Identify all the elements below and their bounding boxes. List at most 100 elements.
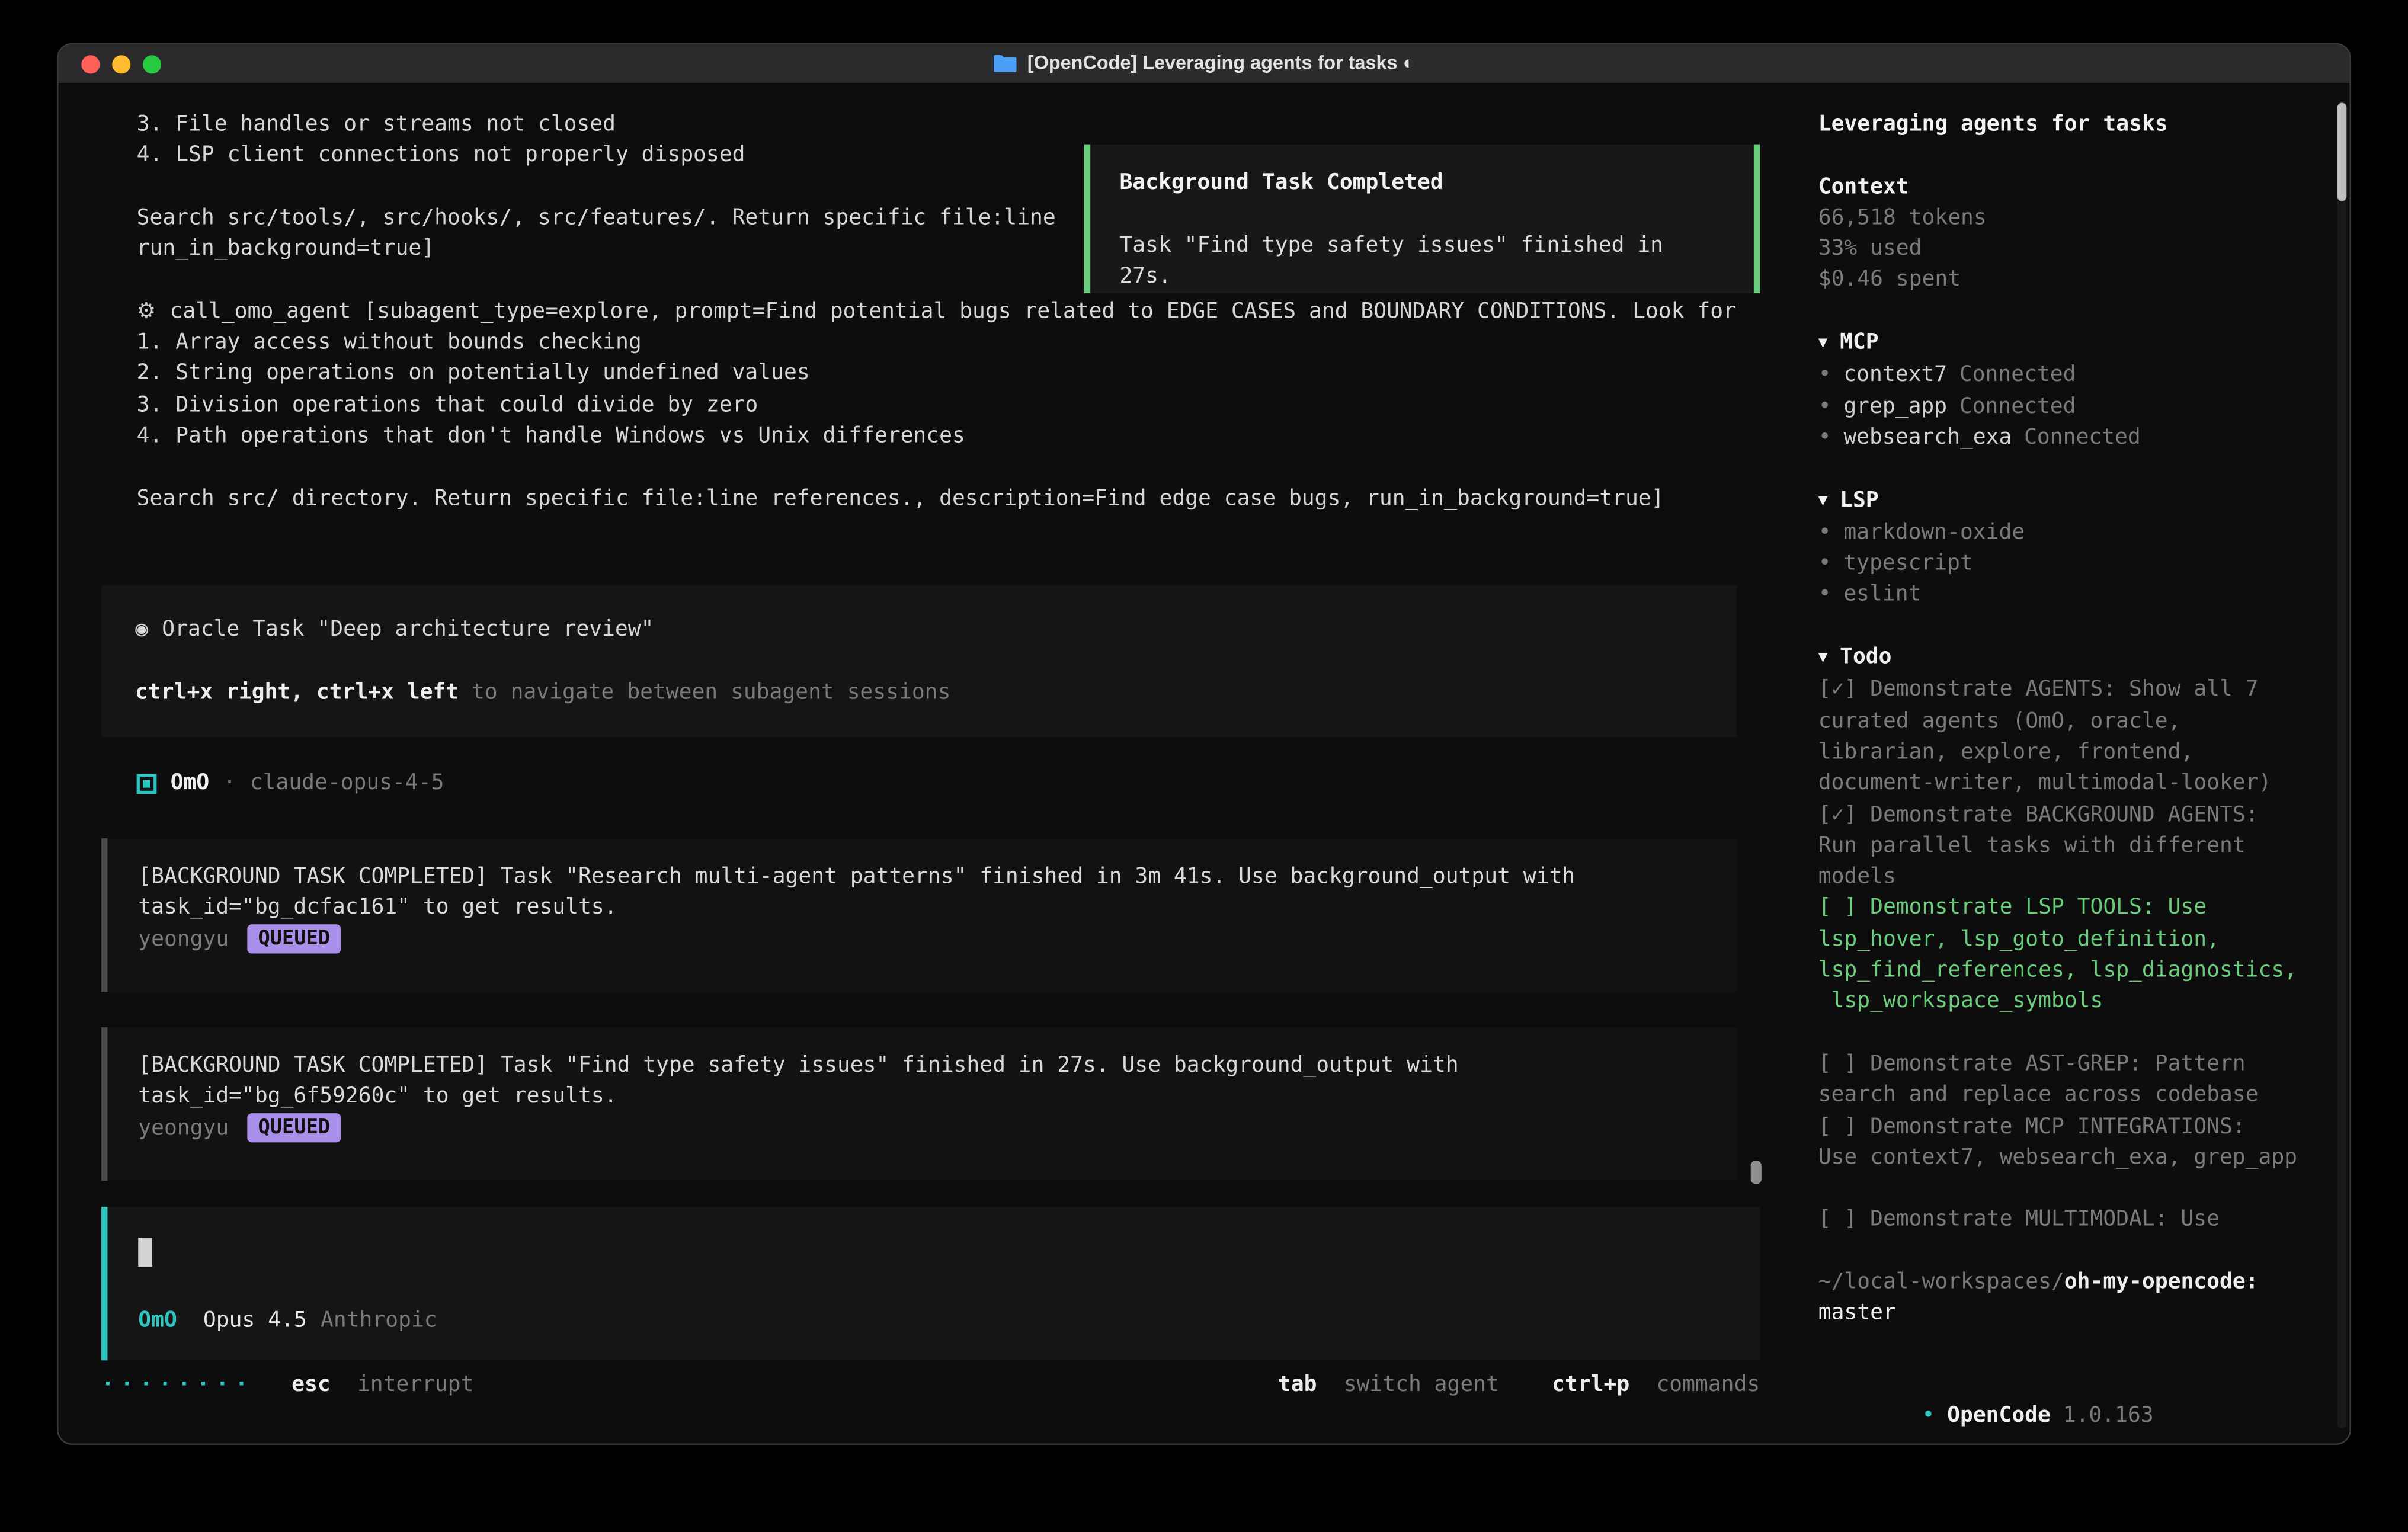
- app-name: OpenCode: [1947, 1404, 2051, 1428]
- workspace-repo: oh-my-opencode:: [2064, 1270, 2259, 1294]
- todo-header-label: Todo: [1840, 645, 1891, 669]
- terminal-line: 4. Path operations that don't handle Win…: [137, 421, 1795, 452]
- terminal-line: 1. Array access without bounds checking: [137, 327, 1795, 358]
- terminal-window: [OpenCode] Leveraging agents for tasks ◐…: [57, 43, 2351, 1445]
- chat-area: 3. File handles or streams not closed 4.…: [58, 83, 1795, 1445]
- queued-badge: QUEUED: [247, 925, 341, 954]
- lsp-item: • eslint: [1818, 579, 2299, 611]
- context-spent: $0.46 spent: [1818, 265, 2299, 296]
- mcp-name: grep_app: [1843, 394, 1947, 418]
- mcp-section-header[interactable]: ▼ MCP: [1818, 327, 2299, 360]
- todo-item: [ ] Demonstrate MULTIMODAL: Use: [1818, 1204, 2299, 1236]
- terminal-line: 3. Division operations that could divide…: [137, 389, 1795, 421]
- agent-session-header: OmO · claude-opus-4-5: [137, 768, 444, 799]
- zoom-button[interactable]: [143, 55, 161, 73]
- mcp-header-label: MCP: [1840, 330, 1879, 354]
- lsp-item: •typescript: [1818, 549, 2299, 580]
- status-right: tab switch agent ctrl+p commands: [1278, 1370, 1760, 1401]
- tool-call-text: call_omo_agent [subagent_type=explore, p…: [170, 299, 1736, 323]
- oracle-task-panel: ◉Oracle Task "Deep architecture review" …: [101, 585, 1737, 737]
- agent-icon: [137, 773, 157, 793]
- terminal-line: 2. String operations on potentially unde…: [137, 358, 1795, 390]
- workspace-path: ~/local-workspaces/oh-my-opencode: maste…: [1818, 1267, 2299, 1329]
- oracle-hint: ctrl+x right, ctrl+x left to navigate be…: [135, 677, 1703, 708]
- message-text: [BACKGROUND TASK COMPLETED] Task "Find t…: [138, 1050, 1706, 1113]
- mcp-status: Connected: [1959, 394, 2076, 418]
- mcp-status: Connected: [2024, 425, 2141, 450]
- mcp-status: Connected: [1959, 363, 2076, 387]
- separator-dot: ·: [223, 768, 236, 799]
- ctrlp-key-label: commands: [1656, 1373, 1760, 1397]
- window-titlebar[interactable]: [OpenCode] Leveraging agents for tasks ◐: [58, 44, 2349, 84]
- chevron-down-icon: ▼: [1818, 486, 1828, 517]
- mcp-item: • websearch_exa Connected: [1818, 422, 2299, 454]
- main-scrollbar-thumb[interactable]: [1751, 1161, 1762, 1184]
- message-text: [BACKGROUND TASK COMPLETED] Task "Resear…: [138, 861, 1706, 924]
- bullet-icon: •: [1818, 552, 1831, 576]
- message-footer: yeongyu QUEUED: [138, 924, 1706, 955]
- sidebar-scrollbar-thumb[interactable]: [2337, 103, 2347, 201]
- workspace-branch: master: [1818, 1298, 2299, 1329]
- traffic-lights: [81, 44, 161, 83]
- esc-key-label: interrupt: [357, 1373, 474, 1397]
- close-button[interactable]: [81, 55, 100, 73]
- chevron-down-icon: ▼: [1818, 643, 1828, 675]
- todo-item: [✓] Demonstrate BACKGROUND AGENTS: Run p…: [1818, 799, 2299, 893]
- lsp-item: • markdown-oxide: [1818, 517, 2299, 549]
- fisheye-icon: ◉: [135, 617, 148, 642]
- hint-keys: ctrl+x right, ctrl+x left: [135, 680, 459, 704]
- input-agent-label: OmO: [138, 1305, 177, 1336]
- minimize-button[interactable]: [112, 55, 130, 73]
- todo-section-header[interactable]: ▼ Todo: [1818, 642, 2299, 675]
- folder-icon: [994, 55, 1017, 73]
- oracle-title: Oracle Task "Deep architecture review": [162, 617, 654, 642]
- lsp-name: markdown-oxide: [1843, 520, 2025, 544]
- session-title: Leveraging agents for tasks: [1818, 109, 2299, 140]
- lsp-name: eslint: [1843, 582, 1921, 607]
- mcp-item: • context7 Connected: [1818, 360, 2299, 391]
- lsp-section-header[interactable]: ▼ LSP: [1818, 485, 2299, 517]
- bullet-icon: •: [1818, 363, 1831, 387]
- queued-message: [BACKGROUND TASK COMPLETED] Task "Find t…: [101, 1027, 1737, 1181]
- status-bar: ········ esc interrupt tab switch agent …: [101, 1370, 1760, 1401]
- background-task-toast: Background Task Completed Task "Find typ…: [1084, 145, 1760, 293]
- ctrlp-key-hint: ctrl+p: [1552, 1373, 1629, 1397]
- toast-body: Task "Find type safety issues" finished …: [1119, 230, 1724, 292]
- app-version: 1.0.163: [2063, 1404, 2154, 1428]
- agent-name: OmO: [171, 768, 210, 799]
- mcp-name: websearch_exa: [1843, 425, 2012, 450]
- context-header: Context: [1818, 171, 2299, 203]
- todo-item: [✓] Demonstrate AGENTS: Show all 7 curat…: [1818, 675, 2299, 799]
- queued-message: [BACKGROUND TASK COMPLETED] Task "Resear…: [101, 838, 1737, 992]
- mcp-name: context7: [1843, 363, 1947, 387]
- esc-key-hint: esc: [292, 1373, 331, 1397]
- terminal-line: 3. File handles or streams not closed: [137, 109, 1795, 140]
- queued-badge: QUEUED: [247, 1114, 341, 1143]
- bullet-icon: •: [1818, 582, 1831, 607]
- message-author: yeongyu: [138, 924, 229, 955]
- todo-item-active: [ ] Demonstrate LSP TOOLS: Use lsp_hover…: [1818, 893, 2299, 1017]
- bullet-icon: •: [1818, 425, 1831, 450]
- hint-text: to navigate between subagent sessions: [459, 680, 950, 704]
- prompt-input[interactable]: OmO Opus 4.5 Anthropic: [101, 1207, 1760, 1360]
- todo-item: [ ] Demonstrate MCP INTEGRATIONS: Use co…: [1818, 1111, 2299, 1173]
- sidebar-scrollbar-track[interactable]: [2337, 101, 2347, 1428]
- tool-call-line: ⚙ call_omo_agent [subagent_type=explore, …: [137, 296, 1795, 328]
- tab-key-label: switch agent: [1344, 1373, 1499, 1397]
- terminal-line: [137, 452, 1795, 483]
- app-version-footer: •OpenCode1.0.163: [1818, 1370, 2154, 1445]
- context-tokens: 66,518 tokens: [1818, 203, 2299, 234]
- workspace-prefix: ~/local-workspaces/: [1818, 1270, 2064, 1294]
- spinner-dots-icon: ········: [101, 1373, 254, 1397]
- sidebar-content: Leveraging agents for tasks Context 66,5…: [1818, 109, 2299, 1329]
- chevron-down-icon: ▼: [1818, 329, 1828, 360]
- context-used: 33% used: [1818, 233, 2299, 265]
- lsp-header-label: LSP: [1840, 488, 1879, 512]
- tab-key-hint: tab: [1278, 1373, 1317, 1397]
- bullet-icon: •: [1818, 520, 1831, 544]
- message-footer: yeongyu QUEUED: [138, 1113, 1706, 1144]
- terminal-line: Search src/ directory. Return specific f…: [137, 483, 1795, 514]
- message-author: yeongyu: [138, 1113, 229, 1144]
- desktop: [OpenCode] Leveraging agents for tasks ◐…: [0, 0, 2408, 1532]
- gear-icon: ⚙: [137, 299, 156, 323]
